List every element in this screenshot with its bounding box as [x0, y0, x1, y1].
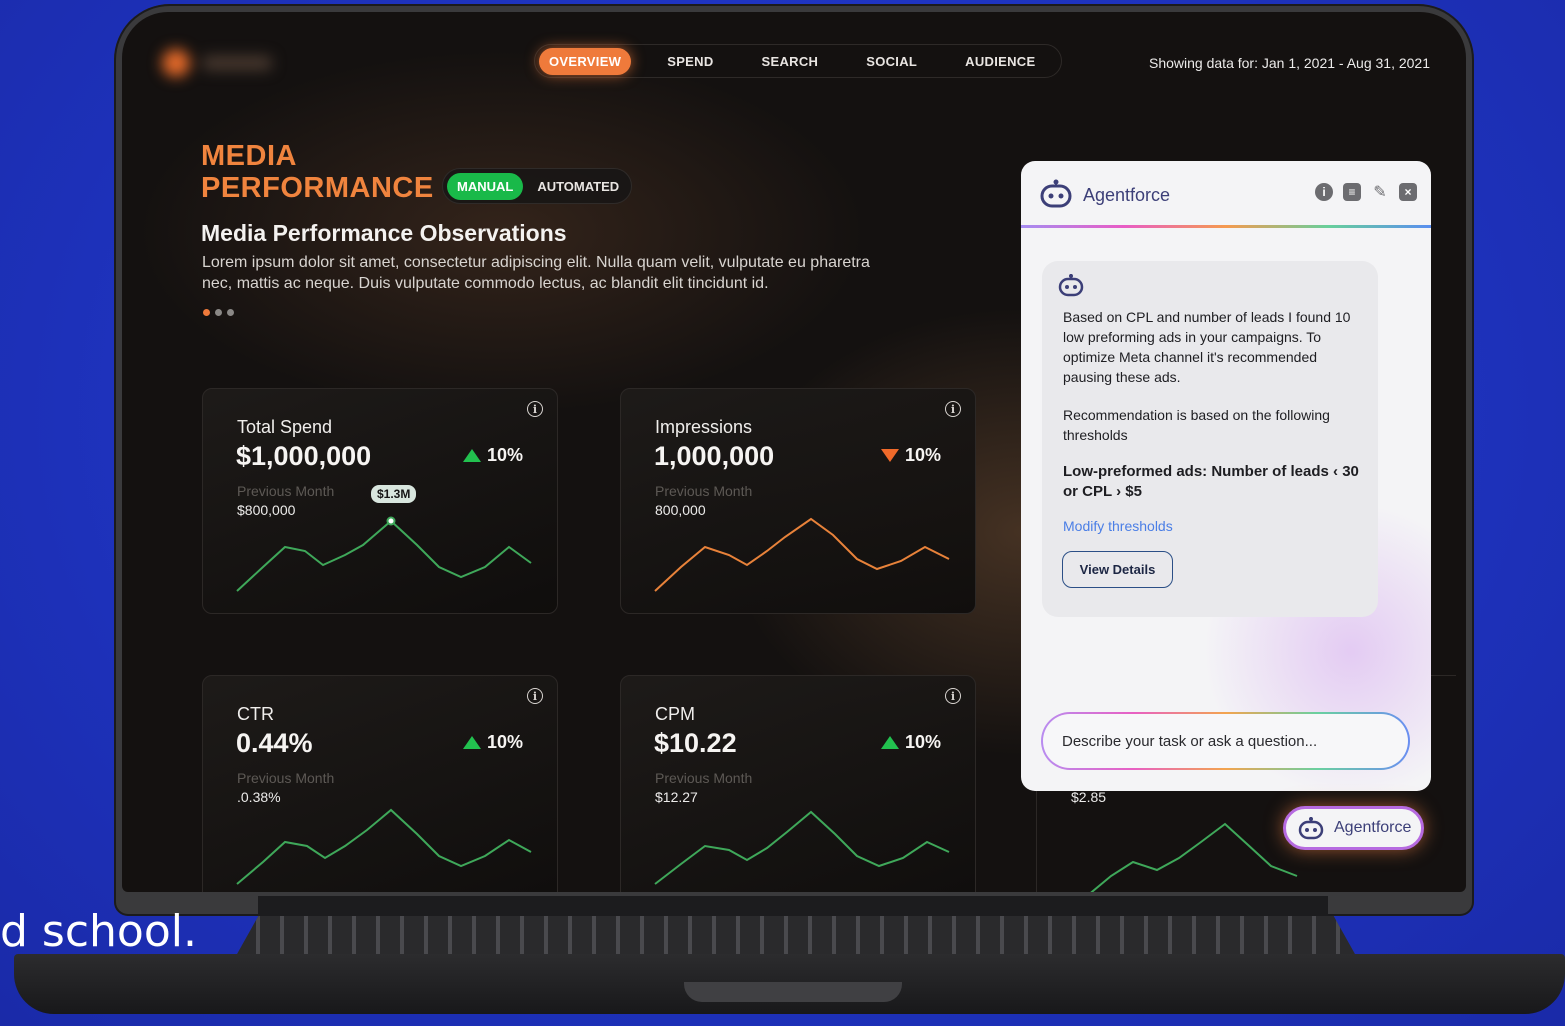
info-icon[interactable]: i — [945, 401, 961, 417]
robot-icon — [1298, 817, 1324, 840]
carousel-dots — [203, 309, 234, 316]
laptop-notch — [684, 982, 902, 1002]
sparkline-line — [654, 810, 950, 885]
sparkline — [236, 808, 532, 885]
metric-delta-value: 10% — [486, 732, 523, 752]
toggle-automated[interactable]: AUTOMATED — [527, 173, 629, 200]
toggle-manual[interactable]: MANUAL — [447, 172, 524, 200]
close-icon[interactable]: × — [1399, 183, 1417, 201]
robot-icon — [1040, 179, 1072, 208]
metric-label: Impressions — [655, 417, 753, 437]
partial-card-value: $2.85 — [1071, 789, 1107, 805]
agentforce-panel: Agentforce i ≡ ✎ × Based on CPL and numb… — [1021, 161, 1431, 791]
arrow-up-icon — [462, 736, 481, 749]
previous-label: Previous Month — [655, 770, 753, 786]
metric-delta: 10% — [462, 445, 523, 466]
sparkline — [236, 516, 532, 592]
arrow-up-icon — [880, 736, 899, 749]
metric-label: CTR — [237, 704, 274, 724]
page-title: MEDIA PERFORMANCE — [201, 140, 434, 204]
carousel-dot[interactable] — [203, 309, 210, 316]
header-divider — [1021, 225, 1431, 228]
metric-delta-value: 10% — [486, 445, 523, 465]
metric-delta: 10% — [880, 445, 941, 466]
dashboard-screen: OVERVIEW SPEND SEARCH SOCIAL AUDIENCE Sh… — [122, 12, 1466, 892]
metric-delta-value: 10% — [904, 445, 941, 465]
sparkline-line — [236, 808, 532, 885]
info-icon[interactable]: i — [945, 688, 961, 704]
metric-delta: 10% — [462, 732, 523, 753]
page-title-line2: PERFORMANCE — [201, 172, 434, 204]
chat-icon[interactable]: ≡ — [1343, 183, 1361, 201]
metric-value: 1,000,000 — [654, 441, 775, 471]
metric-value: 0.44% — [236, 728, 313, 758]
sparkline-line — [1090, 822, 1298, 892]
mode-toggle: MANUAL AUTOMATED — [442, 168, 632, 204]
info-icon[interactable]: i — [1315, 183, 1333, 201]
arrow-up-icon — [462, 449, 481, 462]
previous-label: Previous Month — [237, 483, 335, 499]
metric-card-impressions: i Impressions 1,000,000 10% Previous Mon… — [620, 388, 976, 614]
date-range-label[interactable]: Showing data for: Jan 1, 2021 - Aug 31, … — [1149, 55, 1430, 71]
metric-card-total-spend: i Total Spend $1,000,000 10% Previous Mo… — [202, 388, 558, 614]
previous-label: Previous Month — [655, 483, 753, 499]
modify-thresholds-link[interactable]: Modify thresholds — [1063, 518, 1173, 534]
previous-label: Previous Month — [237, 770, 335, 786]
sparkline — [1090, 822, 1298, 892]
agentforce-title: Agentforce — [1083, 185, 1171, 205]
info-icon[interactable]: i — [527, 688, 543, 704]
metric-card-cpm: i CPM $10.22 10% Previous Month $12.27 — [620, 675, 976, 892]
metric-value: $1,000,000 — [236, 441, 372, 471]
sparkline-line — [236, 519, 532, 592]
value-tooltip: $1.3M — [371, 485, 417, 503]
metric-label: Total Spend — [237, 417, 333, 437]
blurred-logo — [162, 48, 272, 78]
observations-title: Media Performance Observations — [201, 220, 567, 246]
tab-spend[interactable]: SPEND — [657, 48, 723, 75]
top-nav: OVERVIEW SPEND SEARCH SOCIAL AUDIENCE — [534, 44, 1062, 78]
sparkline-marker — [386, 516, 396, 526]
laptop-keyboard — [236, 916, 1356, 956]
metric-delta-value: 10% — [904, 732, 941, 752]
arrow-down-icon — [880, 449, 899, 462]
header-actions: i ≡ ✎ × — [1315, 183, 1417, 201]
agentforce-button[interactable]: Agentforce — [1283, 806, 1424, 850]
info-icon[interactable]: i — [527, 401, 543, 417]
message-text: Based on CPL and number of leads I found… — [1063, 309, 1351, 385]
observations-text: Lorem ipsum dolor sit amet, consectetur … — [202, 254, 870, 292]
sparkline-line — [654, 517, 950, 592]
tab-social[interactable]: SOCIAL — [856, 48, 927, 75]
carousel-dot[interactable] — [215, 309, 222, 316]
pin-icon[interactable]: ✎ — [1371, 183, 1389, 201]
metric-label: CPM — [655, 704, 695, 724]
tab-audience[interactable]: AUDIENCE — [955, 48, 1045, 75]
agent-input[interactable]: Describe your task or ask a question... — [1043, 714, 1408, 768]
metric-delta: 10% — [880, 732, 941, 753]
tab-search[interactable]: SEARCH — [752, 48, 829, 75]
metric-value: $10.22 — [654, 728, 737, 758]
agent-input-wrapper: Describe your task or ask a question... — [1041, 712, 1410, 770]
sparkline — [654, 810, 950, 885]
carousel-dot[interactable] — [227, 309, 234, 316]
agentforce-header: Agentforce i ≡ ✎ × — [1021, 161, 1431, 225]
tab-overview[interactable]: OVERVIEW — [539, 47, 632, 75]
page-title-line1: MEDIA — [201, 140, 297, 172]
metric-card-ctr: i CTR 0.44% 10% Previous Month .0.38% — [202, 675, 558, 892]
agentforce-button-label: Agentforce — [1334, 819, 1412, 836]
message-text: Recommendation is based on the following… — [1063, 407, 1330, 443]
view-details-button[interactable]: View Details — [1062, 551, 1173, 588]
robot-icon — [1058, 274, 1084, 297]
agent-message: Based on CPL and number of leads I found… — [1042, 261, 1378, 617]
background-caption: d school. — [0, 906, 197, 957]
threshold-text: Low-preformed ads: Number of leads ‹ 30 … — [1063, 463, 1359, 500]
sparkline — [654, 517, 950, 592]
